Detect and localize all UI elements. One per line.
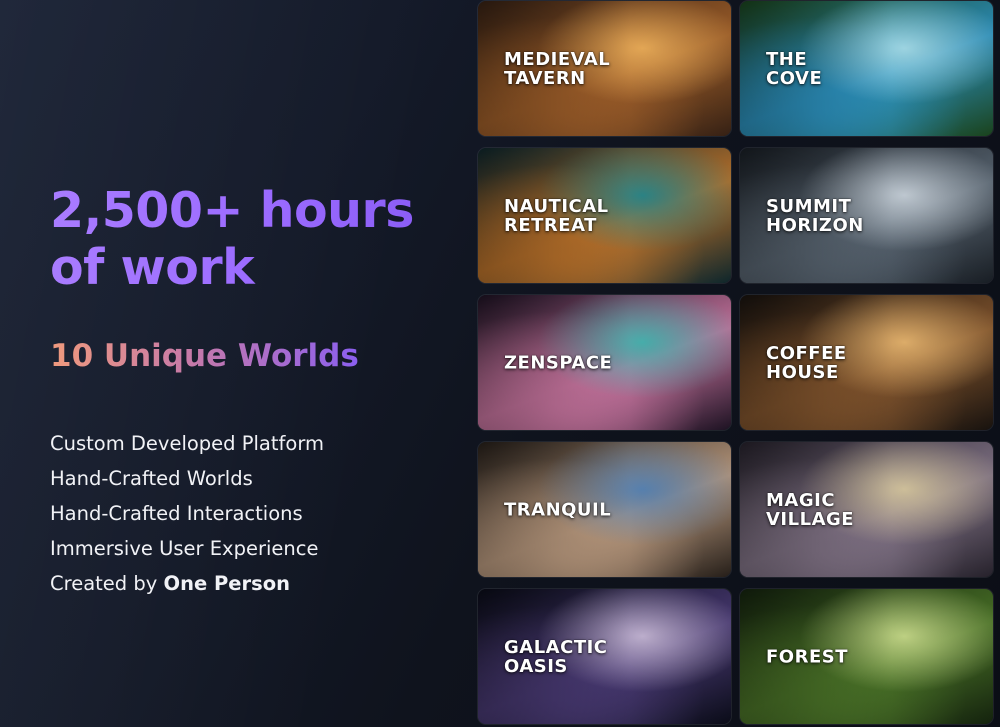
world-title: GALACTIC OASIS <box>504 636 608 677</box>
credit-prefix: Created by <box>50 572 164 595</box>
feature-item: Hand-Crafted Worlds <box>50 467 253 490</box>
feature-item: Immersive User Experience <box>50 537 319 560</box>
world-tile-nautical-retreat[interactable]: NAUTICAL RETREAT <box>477 147 732 284</box>
feature-item: Hand-Crafted Interactions <box>50 502 303 525</box>
promo-text-panel: 2,500+ hours of work 10 Unique Worlds Cu… <box>50 0 470 727</box>
world-tile-summit-horizon[interactable]: SUMMIT HORIZON <box>739 147 994 284</box>
world-tile-galactic-oasis[interactable]: GALACTIC OASIS <box>477 588 732 725</box>
world-title: ZENSPACE <box>504 352 613 373</box>
feature-item: Custom Developed Platform <box>50 432 324 455</box>
headline-line-1: 2,500+ hours <box>50 182 414 239</box>
world-tile-the-cove[interactable]: THE COVE <box>739 0 994 137</box>
world-tile-tranquil[interactable]: TRANQUIL <box>477 441 732 578</box>
world-title: COFFEE HOUSE <box>766 342 847 383</box>
world-tile-forest[interactable]: FOREST <box>739 588 994 725</box>
feature-list: Custom Developed Platform Hand-Crafted W… <box>50 426 324 601</box>
world-tile-medieval-tavern[interactable]: MEDIEVAL TAVERN <box>477 0 732 137</box>
world-title: NAUTICAL RETREAT <box>504 195 609 236</box>
world-title: THE COVE <box>766 48 823 89</box>
headline: 2,500+ hours of work <box>50 182 480 296</box>
world-title: MEDIEVAL TAVERN <box>504 48 611 89</box>
credit-emphasis: One Person <box>163 572 291 595</box>
world-tile-magic-village[interactable]: MAGIC VILLAGE <box>739 441 994 578</box>
world-tile-zenspace[interactable]: ZENSPACE <box>477 294 732 431</box>
world-title: TRANQUIL <box>504 499 612 520</box>
world-title: SUMMIT HORIZON <box>766 195 864 236</box>
credit-line: Created by One Person <box>50 566 324 601</box>
headline-line-2: of work <box>50 239 255 296</box>
world-tile-coffee-house[interactable]: COFFEE HOUSE <box>739 294 994 431</box>
subheadline: 10 Unique Worlds <box>50 338 359 374</box>
world-title: FOREST <box>766 646 848 667</box>
world-title: MAGIC VILLAGE <box>766 489 855 530</box>
worlds-grid: MEDIEVAL TAVERN THE COVE NAUTICAL RETREA… <box>477 0 1000 727</box>
